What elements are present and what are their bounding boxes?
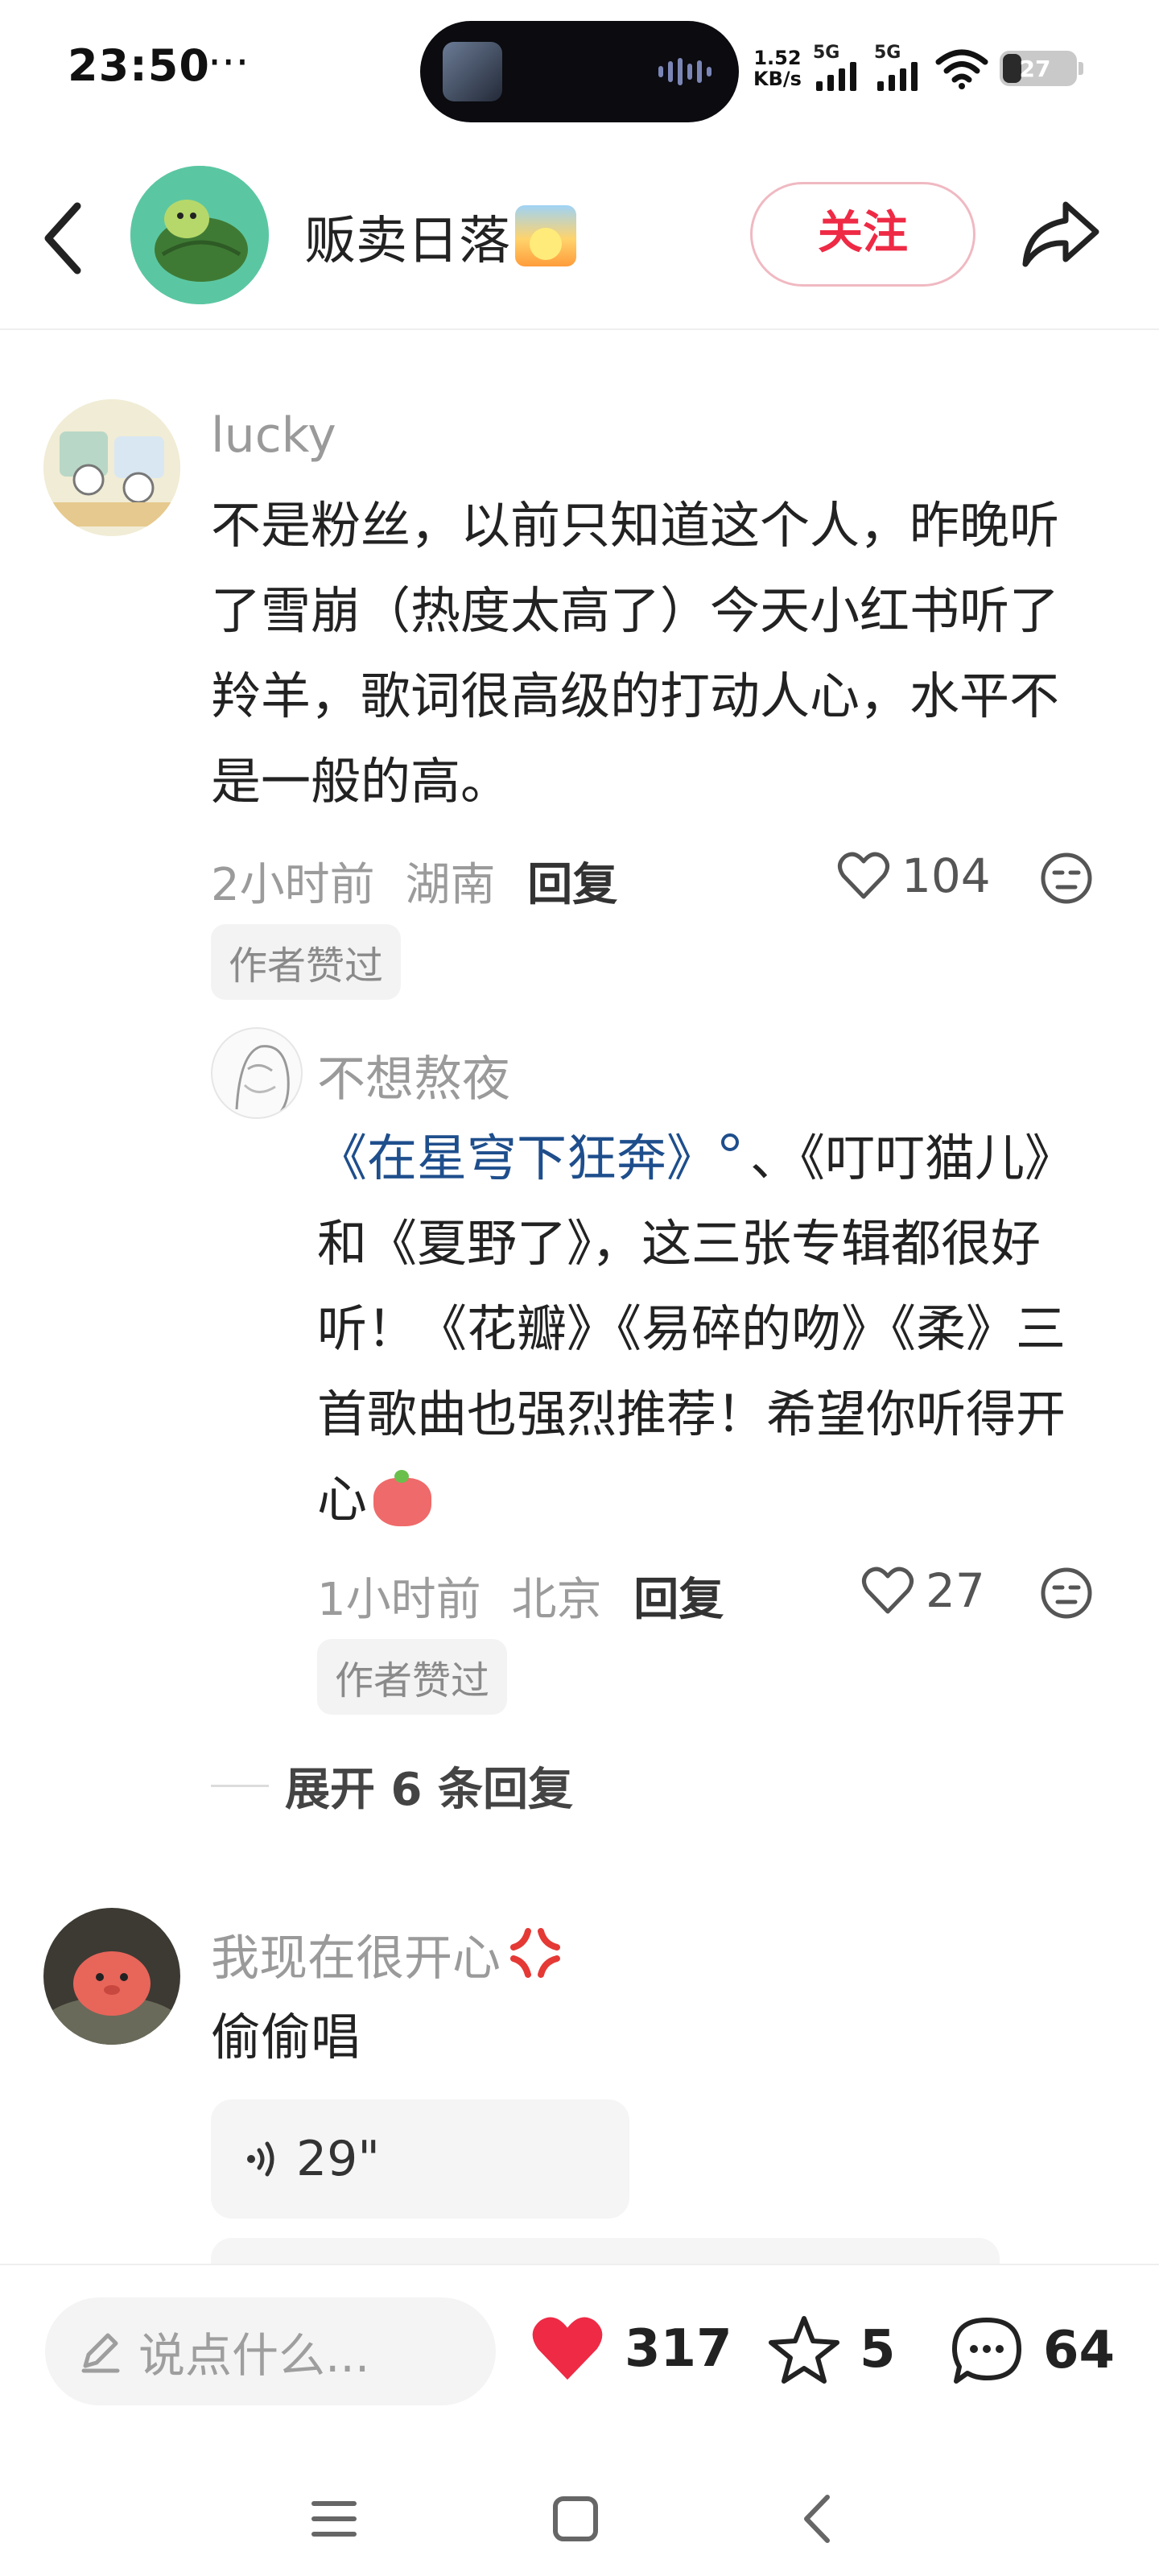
status-time: 23:50 xyxy=(68,40,210,91)
media-thumbnail xyxy=(443,42,502,101)
like-count: 104 xyxy=(901,848,991,903)
author-liked-badge: 作者赞过 xyxy=(211,924,402,1000)
commenter-avatar[interactable] xyxy=(43,399,180,536)
cute-emoji-icon xyxy=(367,1470,438,1528)
status-bar: 23:50 ··· 1.52 KB/s 5G 5G 27 xyxy=(0,0,1159,141)
author-avatar[interactable] xyxy=(130,166,269,304)
home-icon[interactable] xyxy=(541,2484,610,2553)
comment-username[interactable]: 不想熬夜 xyxy=(317,1040,510,1110)
divider-line xyxy=(211,1785,269,1787)
comment-meta: 2小时前 湖南 回复 xyxy=(211,848,617,914)
follow-button[interactable]: 关注 xyxy=(750,182,975,287)
voice-duration: 29" xyxy=(296,2131,380,2187)
status-more-dots: ··· xyxy=(208,37,250,88)
nav-back-icon[interactable] xyxy=(784,2484,853,2553)
network-speed: 1.52 KB/s xyxy=(753,47,802,90)
comment-like-button[interactable]: 27 xyxy=(861,1563,985,1618)
author-liked-badge: 作者赞过 xyxy=(317,1639,508,1715)
heart-outline-icon xyxy=(862,1567,914,1614)
pencil-icon xyxy=(81,2333,120,2373)
audio-wave-icon xyxy=(658,58,715,85)
commenter-avatar[interactable] xyxy=(43,1908,180,2045)
collect-total: 5 xyxy=(860,2320,896,2380)
note-header: 贩卖日落 关注 xyxy=(0,145,1159,330)
comment-time: 1小时前 xyxy=(317,1574,481,1626)
sunrise-emoji-icon xyxy=(515,205,576,266)
wifi-icon xyxy=(935,49,988,89)
menu-icon[interactable] xyxy=(299,2484,369,2553)
reply-button[interactable]: 回复 xyxy=(527,859,617,911)
comment-username[interactable]: lucky xyxy=(211,407,336,464)
like-button[interactable]: 317 xyxy=(528,2314,732,2384)
song-search-link[interactable]: 《在星穹下狂奔》 xyxy=(317,1129,716,1187)
heart-filled-icon xyxy=(532,2317,603,2380)
dislike-face-icon[interactable] xyxy=(1040,852,1093,905)
comment-text: 不是粉丝，以前只知道这个人，昨晚听了雪崩（热度太高了）今天小红书听了羚羊，歌词很… xyxy=(211,496,1060,811)
collect-button[interactable]: 5 xyxy=(766,2314,896,2386)
system-navigation-bar xyxy=(0,2475,1159,2563)
dislike-face-icon[interactable] xyxy=(1040,1567,1093,1620)
comment-time: 2小时前 xyxy=(211,859,375,911)
comment-meta: 1小时前 北京 回复 xyxy=(317,1563,724,1629)
like-count: 27 xyxy=(926,1563,985,1618)
like-total: 317 xyxy=(625,2319,732,2379)
comment-text: 偷偷唱 xyxy=(211,2008,361,2066)
author-name[interactable]: 贩卖日落 xyxy=(304,200,576,274)
search-icon[interactable] xyxy=(721,1133,740,1151)
comment-input[interactable]: 说点什么... xyxy=(45,2297,496,2405)
reply-button[interactable]: 回复 xyxy=(633,1574,724,1626)
comment-location: 湖南 xyxy=(405,859,496,911)
share-icon[interactable] xyxy=(1016,190,1106,280)
voice-wave-icon xyxy=(247,2141,274,2177)
bottom-action-bar: 说点什么... 317 5 64 xyxy=(0,2264,1159,2576)
star-icon xyxy=(769,2316,839,2384)
battery-icon: 27 xyxy=(999,51,1083,86)
heart-outline-icon xyxy=(838,852,889,899)
dynamic-island-media[interactable] xyxy=(420,21,739,122)
status-indicators: 1.52 KB/s 5G 5G 27 xyxy=(753,40,1083,97)
comment-bubble-icon xyxy=(952,2318,1021,2384)
expand-replies-button[interactable]: 展开 6 条回复 xyxy=(211,1753,573,1818)
back-arrow-icon[interactable] xyxy=(35,198,92,279)
commenter-avatar[interactable] xyxy=(211,1027,303,1119)
comment-total: 64 xyxy=(1043,2321,1116,2380)
comment-location: 北京 xyxy=(511,1574,602,1626)
comment-input-placeholder: 说点什么... xyxy=(138,2328,370,2383)
comment-text: 《在星穹下狂奔》 、《叮叮猫儿》和《夏野了》，这三张专辑都很好听！《花瓣》《易碎的… xyxy=(317,1129,1075,1529)
comment-like-button[interactable]: 104 xyxy=(837,848,991,903)
comment-button[interactable]: 64 xyxy=(948,2314,1115,2388)
comment-username[interactable]: 我现在很开心 xyxy=(211,1919,565,1989)
signal-icon-sim1: 5G xyxy=(813,43,863,91)
signal-icon-sim2: 5G xyxy=(874,43,924,91)
voice-message[interactable]: 29" xyxy=(211,2099,629,2219)
anger-symbol-icon xyxy=(510,1928,560,1978)
